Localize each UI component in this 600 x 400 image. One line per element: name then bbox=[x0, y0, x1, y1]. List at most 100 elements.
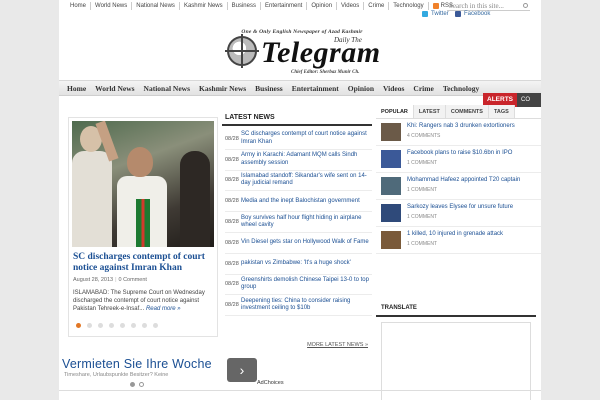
tab-tags[interactable]: TAGS bbox=[488, 105, 515, 118]
twitter-link[interactable]: Twitter bbox=[422, 11, 449, 17]
popular-list-item[interactable]: Facebook plans to raise $10.6bn in IPO 1 … bbox=[376, 146, 541, 173]
top-nav-kashmir-news[interactable]: Kashmir News bbox=[180, 1, 228, 10]
rss-icon bbox=[432, 2, 439, 9]
popular-thumbnail[interactable] bbox=[381, 204, 401, 222]
news-title-link[interactable]: Deepening ties: China to consider raisin… bbox=[241, 298, 372, 313]
news-date: 08/28 bbox=[225, 260, 239, 267]
news-list-item[interactable]: 08/28 Boy survives half hour flight hidin… bbox=[225, 212, 372, 233]
news-list-item[interactable]: 08/28 SC discharges contempt of court not… bbox=[225, 129, 372, 150]
nav-technology[interactable]: Technology bbox=[443, 84, 479, 93]
nav-crime[interactable]: Crime bbox=[413, 84, 433, 93]
news-title-link[interactable]: Boy survives half hour flight hiding in … bbox=[241, 215, 372, 230]
news-list-item[interactable]: 08/28 Army in Karachi: Adamant MQM calls … bbox=[225, 150, 372, 171]
featured-excerpt-text: ISLAMABAD: The Supreme Court on Wednesda… bbox=[73, 290, 205, 312]
news-title-link[interactable]: SC discharges contempt of court notice a… bbox=[241, 131, 372, 146]
masthead: One & Only English Newspaper of Azad Kas… bbox=[59, 22, 541, 78]
top-nav-home[interactable]: Home bbox=[66, 1, 92, 10]
nav-kashmir-news[interactable]: Kashmir News bbox=[199, 84, 246, 93]
nav-videos[interactable]: Videos bbox=[383, 84, 404, 93]
news-date: 08/28 bbox=[225, 177, 239, 184]
news-list-item[interactable]: 08/28 Vin Diesel gets star on Hollywood W… bbox=[225, 233, 372, 254]
popular-title-link[interactable]: Sarkozy leaves Elysee for unsure future bbox=[407, 204, 537, 210]
news-title-link[interactable]: pakistan vs Zimbabwe: 'It's a huge shock… bbox=[241, 260, 351, 268]
latest-news-heading: LATEST NEWS bbox=[225, 114, 275, 121]
facebook-link[interactable]: Facebook bbox=[455, 11, 490, 17]
slider-dot[interactable] bbox=[153, 323, 158, 328]
nav-world-news[interactable]: World News bbox=[95, 84, 134, 93]
popular-title-link[interactable]: 1 killed, 10 injured in grenade attack bbox=[407, 231, 537, 237]
popular-thumbnail[interactable] bbox=[381, 231, 401, 249]
latest-news: LATEST NEWS 08/28 SC discharges contempt … bbox=[222, 110, 372, 355]
nav-business[interactable]: Business bbox=[255, 84, 283, 93]
sidebar-tabs: POPULAR LATEST COMMENTS TAGS bbox=[376, 105, 541, 119]
top-nav-videos[interactable]: Videos bbox=[337, 1, 365, 10]
nav-entertainment[interactable]: Entertainment bbox=[292, 84, 339, 93]
alerts-ticker-text[interactable]: CO bbox=[521, 97, 530, 103]
featured-excerpt: ISLAMABAD: The Supreme Court on Wednesda… bbox=[73, 289, 215, 313]
popular-comment-count: 4 COMMENTS bbox=[407, 133, 441, 139]
popular-title-link[interactable]: Mohammad Hafeez appointed T20 captain bbox=[407, 177, 537, 183]
top-nav-national-news[interactable]: National News bbox=[132, 1, 180, 10]
popular-list-item[interactable]: 1 killed, 10 injured in grenade attack 1 … bbox=[376, 227, 541, 254]
popular-title-link[interactable]: Khi: Rangers nab 3 drunken extortioners bbox=[407, 123, 537, 129]
slider-dot[interactable] bbox=[98, 323, 103, 328]
slider-dot[interactable] bbox=[109, 323, 114, 328]
slider-dot[interactable] bbox=[142, 323, 147, 328]
slider-dot[interactable] bbox=[87, 323, 92, 328]
facebook-icon bbox=[455, 11, 461, 17]
popular-thumbnail[interactable] bbox=[381, 177, 401, 195]
popular-title-link[interactable]: Facebook plans to raise $10.6bn in IPO bbox=[407, 150, 537, 156]
news-title-link[interactable]: Vin Diesel gets star on Hollywood Walk o… bbox=[241, 239, 369, 247]
popular-comment-count: 1 COMMENT bbox=[407, 214, 437, 220]
ad-pagination bbox=[130, 382, 148, 387]
tab-latest[interactable]: LATEST bbox=[413, 105, 446, 118]
featured-image[interactable] bbox=[72, 121, 214, 247]
tab-comments[interactable]: COMMENTS bbox=[445, 105, 489, 118]
popular-thumbnail[interactable] bbox=[381, 123, 401, 141]
top-nav-world-news[interactable]: World News bbox=[91, 1, 133, 10]
news-list-item[interactable]: 08/28 Deepening ties: China to consider r… bbox=[225, 295, 372, 317]
more-latest-news-link[interactable]: MORE LATEST NEWS » bbox=[307, 342, 368, 348]
popular-list-item[interactable]: Mohammad Hafeez appointed T20 captain 1 C… bbox=[376, 173, 541, 200]
slider-dot[interactable] bbox=[76, 323, 81, 328]
advertisement[interactable]: Vermieten Sie Ihre Woche Timeshare, Urla… bbox=[59, 352, 541, 400]
page-container: Home World News National News Kashmir Ne… bbox=[59, 0, 541, 400]
slider-dot[interactable] bbox=[120, 323, 125, 328]
news-date: 08/28 bbox=[225, 156, 239, 163]
adchoices-link[interactable]: AdChoices bbox=[257, 380, 284, 386]
search-icon[interactable] bbox=[523, 3, 528, 8]
read-more-link[interactable]: Read more » bbox=[146, 306, 181, 312]
ad-dot[interactable] bbox=[139, 382, 144, 387]
nav-home[interactable]: Home bbox=[67, 84, 86, 93]
slider-dot[interactable] bbox=[131, 323, 136, 328]
top-nav-business[interactable]: Business bbox=[228, 1, 261, 10]
top-nav-entertainment[interactable]: Entertainment bbox=[261, 1, 308, 10]
news-title-link[interactable]: Army in Karachi: Adamant MQM calls Sindh… bbox=[241, 152, 372, 167]
search-input[interactable]: Search in this site... bbox=[447, 2, 530, 11]
popular-list-item[interactable]: Sarkozy leaves Elysee for unsure future 1… bbox=[376, 200, 541, 227]
popular-thumbnail[interactable] bbox=[381, 150, 401, 168]
nav-national-news[interactable]: National News bbox=[144, 84, 190, 93]
news-list-item[interactable]: 08/28 Islamabad standoff: Sikandar's wife… bbox=[225, 171, 372, 192]
nav-opinion[interactable]: Opinion bbox=[348, 84, 374, 93]
news-list-item[interactable]: 08/28 pakistan vs Zimbabwe: 'It's a huge … bbox=[225, 254, 372, 275]
featured-comments[interactable]: 0 Comment bbox=[119, 277, 147, 283]
featured-date: August 28, 2013 bbox=[73, 277, 114, 283]
top-nav-crime[interactable]: Crime bbox=[364, 1, 390, 10]
popular-list-item[interactable]: Khi: Rangers nab 3 drunken extortioners 4… bbox=[376, 119, 541, 146]
top-nav-opinion[interactable]: Opinion bbox=[307, 1, 338, 10]
news-title-link[interactable]: Media and the inept Balochistan governme… bbox=[241, 198, 360, 206]
site-logo[interactable]: Telegram bbox=[261, 37, 381, 69]
slider-pagination bbox=[76, 323, 164, 328]
news-list-item[interactable]: 08/28 Media and the inept Balochistan gov… bbox=[225, 191, 372, 213]
ad-next-arrow-icon[interactable]: › bbox=[227, 358, 257, 382]
news-list-item[interactable]: 08/28 Greenshirts demolish Chinese Taipei… bbox=[225, 275, 372, 296]
ad-title[interactable]: Vermieten Sie Ihre Woche bbox=[62, 357, 212, 371]
news-title-link[interactable]: Islamabad standoff: Sikandar's wife sent… bbox=[241, 173, 372, 188]
news-title-link[interactable]: Greenshirts demolish Chinese Taipei 13-0… bbox=[241, 277, 372, 292]
ad-lower-frame bbox=[59, 390, 541, 400]
tab-popular[interactable]: POPULAR bbox=[376, 105, 414, 118]
ad-dot[interactable] bbox=[130, 382, 135, 387]
top-nav-technology[interactable]: Technology bbox=[389, 1, 429, 10]
featured-title[interactable]: SC discharges contempt of court notice a… bbox=[73, 252, 215, 274]
